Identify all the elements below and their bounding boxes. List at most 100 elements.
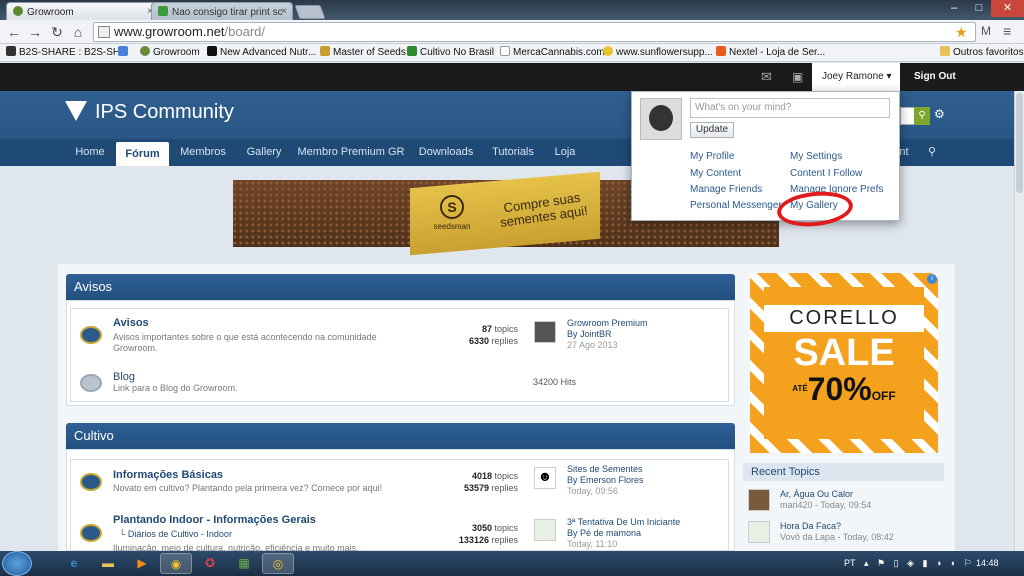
last-post-avatar[interactable] — [534, 321, 556, 343]
last-post-title[interactable]: Growroom Premium — [567, 318, 648, 328]
bookmark-b2s[interactable]: B2S-SHARE : B2S-SH... — [6, 46, 128, 58]
nav-downloads[interactable]: Downloads — [412, 139, 480, 166]
forum-title-avisos[interactable]: Avisos — [113, 317, 149, 329]
bookmark-new-advanced[interactable]: New Advanced Nutr... — [207, 46, 316, 58]
recent-topic-title[interactable]: Ar, Água Ou Calor — [780, 489, 944, 500]
scrollbar-thumb[interactable] — [1016, 93, 1023, 193]
notifications-icon[interactable]: ▣ — [792, 63, 803, 91]
sign-out-link[interactable]: Sign Out — [914, 63, 956, 91]
forum-title-plantando-indoor[interactable]: Plantando Indoor - Informações Gerais — [113, 514, 316, 526]
manage-friends-link[interactable]: Manage Friends — [690, 184, 762, 195]
tab-label: Growroom — [27, 7, 74, 18]
recent-topic-title[interactable]: Hora Da Faca? — [780, 521, 944, 532]
close-tab-icon[interactable]: × — [281, 6, 287, 17]
nav-gallery[interactable]: Gallery — [236, 139, 292, 166]
bookmark-star-icon[interactable]: ★ — [955, 24, 968, 41]
address-bar[interactable]: www.growroom.net/board/ — [93, 22, 976, 42]
bookmark-nextel[interactable]: Nextel - Loja de Ser... — [716, 46, 825, 58]
nav-forum[interactable]: Fórum — [116, 142, 169, 166]
bookmark-growroom[interactable]: Growroom — [140, 46, 200, 58]
bookmark-mercacannabis[interactable]: MercaCannabis.com — [500, 46, 605, 58]
chrome-icon[interactable]: ◉ — [160, 553, 192, 574]
corello-ad[interactable]: CORELLO SALE ATÉ70%OFF — [750, 273, 938, 453]
forum-title-blog[interactable]: Blog — [113, 371, 135, 383]
subforum-link[interactable]: └ Diários de Cultivo - Indoor — [119, 529, 232, 540]
update-status-button[interactable]: Update — [690, 122, 734, 138]
new-tab-button[interactable] — [294, 5, 326, 19]
forum-desc: Novato em cultivo? Plantando pela primei… — [113, 483, 383, 493]
category-cultivo[interactable]: Cultivo — [66, 423, 735, 449]
my-settings-link[interactable]: My Settings — [790, 151, 842, 162]
personal-messenger-link[interactable]: Personal Messenger — [690, 200, 782, 211]
nav-home[interactable]: Home — [66, 139, 114, 166]
last-post-title[interactable]: 3ª Tentativa De Um Iniciante — [567, 517, 680, 527]
ad-pct: 70% — [807, 371, 872, 407]
search-button[interactable]: ⚲ — [914, 107, 930, 125]
bookmark-sunflower[interactable]: www.sunflowersupp... — [603, 46, 713, 58]
minimize-button[interactable]: – — [941, 0, 967, 17]
url-path: /board/ — [224, 24, 266, 39]
forum-title-informacoes-basicas[interactable]: Informações Básicas — [113, 469, 223, 481]
last-post-author[interactable]: By Emerson Flores — [567, 475, 644, 485]
gmail-icon[interactable]: M — [981, 24, 991, 38]
last-post-avatar[interactable] — [534, 519, 556, 541]
nav-tutorials[interactable]: Tutorials — [484, 139, 542, 166]
ad-inner: CORELLO SALE ATÉ70%OFF — [764, 287, 924, 439]
bookmark-cultivo-no-brasil[interactable]: Cultivo No Brasil — [407, 46, 494, 58]
inbox-envelope-icon[interactable]: ✉ — [761, 63, 772, 91]
gear-icon[interactable]: ⚙ — [934, 107, 945, 121]
start-button[interactable] — [2, 551, 32, 576]
bookmark-outros-favoritos[interactable]: Outros favoritos — [940, 46, 1024, 58]
site-logo[interactable]: IPS Community — [65, 101, 234, 124]
mickey-avatar-icon[interactable]: ☻ — [534, 467, 556, 489]
user-avatar[interactable] — [640, 98, 682, 140]
content-i-follow-link[interactable]: Content I Follow — [790, 168, 862, 179]
ips-logo-icon — [65, 101, 87, 121]
nav-membro-premium[interactable]: Membro Premium GR — [296, 139, 406, 166]
media-player-icon[interactable]: ▶ — [126, 553, 158, 574]
nav-loja[interactable]: Loja — [546, 139, 584, 166]
page-icon — [98, 26, 110, 38]
app-icon[interactable]: ▦ — [228, 553, 260, 574]
recent-topic-item[interactable]: Ar, Água Ou Calor mari420 - Today, 09:54 — [748, 489, 944, 515]
last-post-author[interactable]: By Pé de mamona — [567, 528, 641, 538]
recent-topics-header: Recent Topics — [743, 463, 944, 481]
clock[interactable]: 14:48 — [976, 551, 999, 576]
explorer-folder-icon[interactable]: ▬ — [92, 553, 124, 574]
forum-desc: Avisos importantes sobre o que está acon… — [113, 332, 377, 353]
my-profile-link[interactable]: My Profile — [690, 151, 734, 162]
close-window-button[interactable]: ✕ — [991, 0, 1024, 17]
menu-wrench-icon[interactable]: ≡ — [1003, 23, 1011, 39]
ad-info-icon[interactable]: i — [927, 274, 937, 284]
location-pin-icon[interactable]: ⚲ — [924, 139, 940, 166]
recent-topic-meta: mari420 - Today, 09:54 — [780, 500, 872, 510]
ie-icon[interactable]: e — [58, 553, 90, 574]
bookmark-google[interactable] — [118, 46, 131, 58]
recent-topic-avatar — [748, 521, 770, 543]
language-indicator[interactable]: PT — [844, 551, 856, 576]
category-avisos[interactable]: Avisos — [66, 274, 735, 300]
recent-topic-avatar — [748, 489, 770, 511]
nav-membros[interactable]: Membros — [172, 139, 234, 166]
bookmark-master-of-seeds[interactable]: Master of Seeds — [320, 46, 406, 58]
last-post-title[interactable]: Sites de Sementes — [567, 464, 643, 474]
app-icon[interactable]: ✪ — [194, 553, 226, 574]
tab-growroom[interactable]: Growroom× — [6, 2, 159, 20]
recent-topic-meta: Vovô da Lapa - Today, 08:42 — [780, 532, 894, 542]
recent-topic-item[interactable]: Hora Da Faca? Vovô da Lapa - Today, 08:4… — [748, 521, 944, 547]
page-scrollbar[interactable] — [1014, 91, 1024, 551]
status-input[interactable]: What's on your mind? — [690, 98, 890, 118]
tray-icons[interactable]: ▴ ⚑ ▯ ◈ ▮ ◑ ◖ ⚐ — [864, 551, 975, 576]
home-icon[interactable]: ⌂ — [70, 23, 86, 41]
reload-icon[interactable]: ↻ — [49, 23, 65, 41]
forum-chat-icon — [80, 326, 102, 344]
tab-nao-consigo[interactable]: Nao consigo tirar print sc × — [151, 2, 293, 20]
last-post-author[interactable]: By JointBR — [567, 329, 612, 339]
my-content-link[interactable]: My Content — [690, 168, 741, 179]
paint-icon[interactable]: ◎ — [262, 553, 294, 574]
user-menu-toggle[interactable]: Joey Ramone ▾ — [812, 63, 900, 91]
forward-arrow-icon[interactable]: → — [27, 23, 43, 41]
forum-chat-icon — [80, 524, 102, 542]
back-arrow-icon[interactable]: ← — [6, 23, 22, 41]
maximize-button[interactable]: □ — [967, 0, 991, 17]
